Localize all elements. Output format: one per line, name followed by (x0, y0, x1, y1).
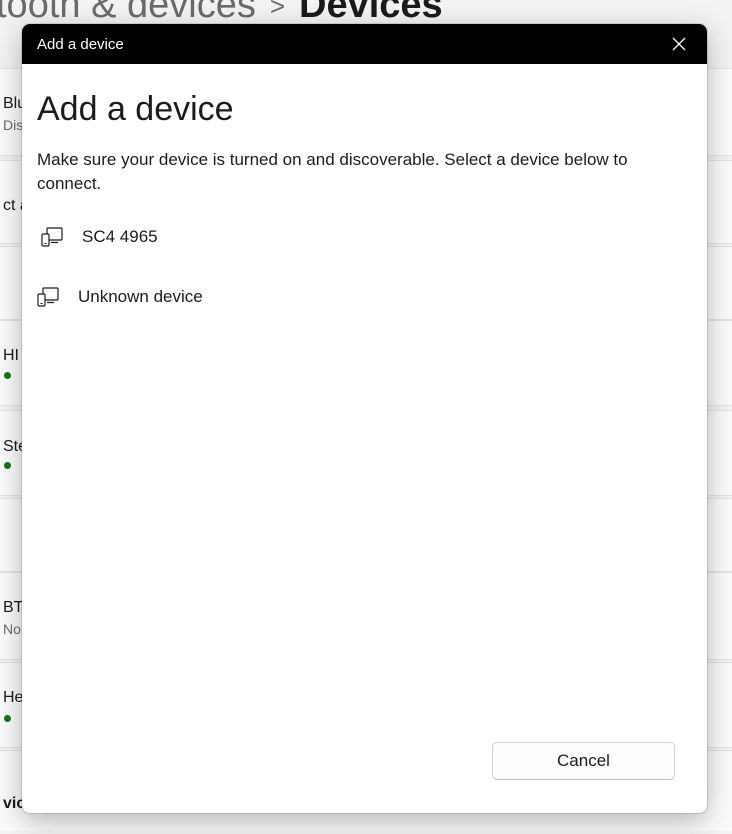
close-icon (672, 37, 686, 51)
connected-status-dot (4, 372, 11, 379)
breadcrumb: tooth & devices > Devices (0, 0, 443, 27)
breadcrumb-separator: > (269, 0, 286, 22)
bg-card-title: He (3, 689, 24, 706)
device-name: Unknown device (78, 287, 203, 306)
dialog-heading: Add a device (37, 90, 234, 128)
device-list-item[interactable]: SC4 4965 (34, 217, 674, 257)
bg-card-title: BT (3, 599, 24, 616)
bg-card-subtitle: Dis (3, 117, 24, 133)
close-button[interactable] (651, 24, 707, 64)
connected-status-dot (4, 462, 11, 469)
connected-status-dot (4, 715, 11, 722)
dialog-window-title: Add a device (37, 36, 124, 53)
cancel-button[interactable]: Cancel (492, 742, 675, 780)
device-icon (37, 287, 59, 307)
bg-card-title: HI (3, 347, 19, 364)
device-icon (41, 227, 63, 247)
breadcrumb-parent[interactable]: tooth & devices (0, 0, 256, 26)
dialog-titlebar[interactable]: Add a device (22, 24, 707, 64)
breadcrumb-current: Devices (299, 0, 443, 26)
dialog-instructions: Make sure your device is turned on and d… (37, 150, 628, 193)
device-name: SC4 4965 (82, 227, 158, 246)
bg-card-subtitle: No (3, 621, 21, 637)
device-list-item[interactable]: Unknown device (30, 277, 670, 317)
add-device-dialog: Add a device Add a device Make sure your… (22, 24, 707, 813)
